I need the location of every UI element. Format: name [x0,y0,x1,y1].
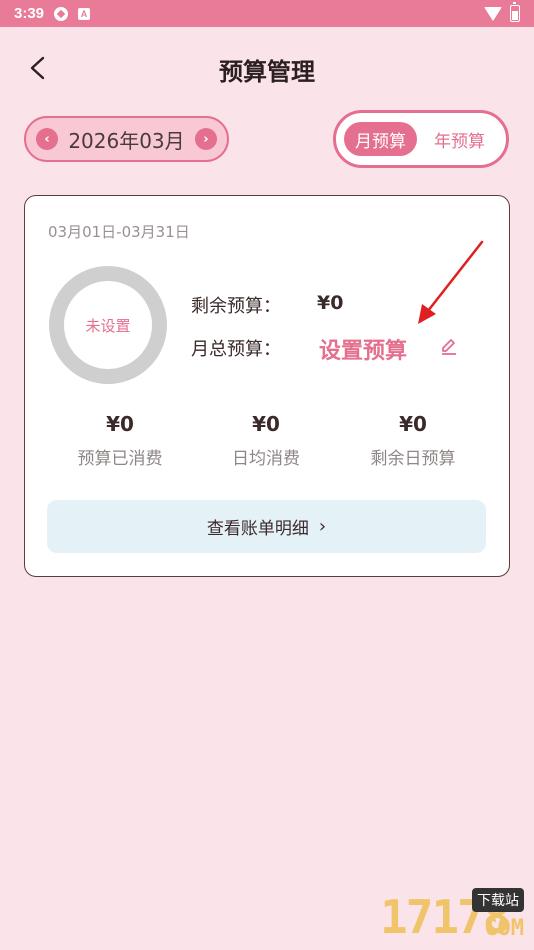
view-bill-details-label: 查看账单明细 [206,519,309,539]
annotation-arrow-icon [418,240,484,324]
month-label[interactable]: 2026年03月 [68,125,184,154]
stat-spent: ¥0 预算已消费 [50,412,190,469]
remaining-budget-value: ¥0 [317,292,344,314]
view-bill-details-button[interactable]: 查看账单明细 › [47,500,486,553]
stat-spent-value: ¥0 [106,412,134,436]
set-budget-link[interactable]: 设置预算 [319,333,407,365]
stat-remaining-daily-label: 剩余日预算 [370,449,456,469]
month-picker: ‹ 2026年03月 › [24,116,229,162]
status-time: 3:39 [14,5,45,22]
prev-month-button[interactable]: ‹ [36,128,58,150]
battery-icon [510,2,520,22]
watermark-tag: 下载站 [472,888,524,912]
stat-remaining-daily: ¥0 剩余日预算 [343,412,483,469]
watermark-suffix: COM [484,916,524,941]
status-bar: 3:39 A [0,0,534,27]
ring-status-text: 未设置 [85,316,131,335]
app-notification-icon [54,6,69,21]
date-range: 03月01日-03月31日 [48,223,190,241]
wifi-icon [484,6,502,21]
stat-spent-label: 预算已消费 [77,449,163,469]
tab-monthly-budget[interactable]: 月预算 [344,122,418,156]
stat-remaining-daily-value: ¥0 [399,412,427,436]
header: 预算管理 [0,40,534,96]
pencil-edit-icon[interactable] [439,336,459,356]
stat-daily-average-label: 日均消费 [232,449,300,469]
remaining-budget-label: 剩余预算： [191,296,281,317]
next-month-button[interactable]: › [194,128,217,150]
budget-progress-ring: 未设置 [49,266,167,384]
monthly-total-label: 月总预算： [191,339,281,360]
stat-daily-average: ¥0 日均消费 [196,412,336,469]
page-title: 预算管理 [219,58,315,86]
chevron-right-icon: › [318,516,327,537]
tab-yearly-budget[interactable]: 年预算 [421,122,498,156]
stat-daily-average-value: ¥0 [252,412,280,436]
android-notification-icon: A [78,7,91,20]
period-toggle: 月预算 年预算 [333,110,509,168]
status-right-icons [484,2,520,22]
site-watermark: 17178 下载站 COM [300,886,530,946]
